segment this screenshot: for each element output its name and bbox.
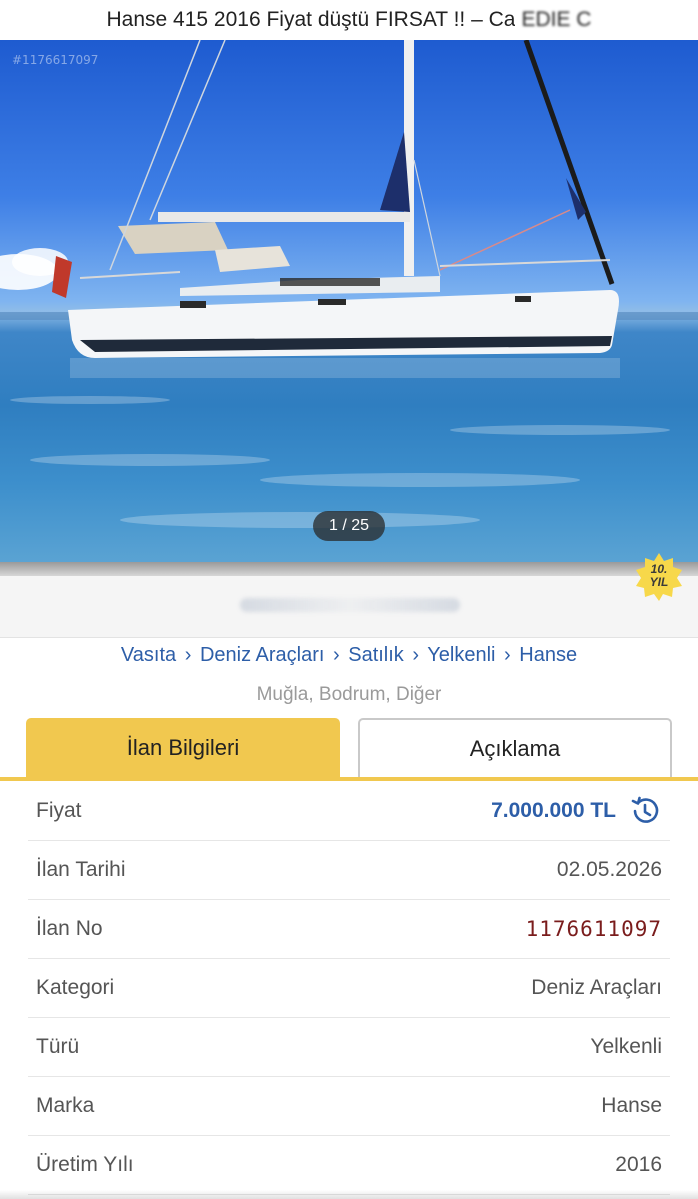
breadcrumb: Vasıta › Deniz Araçları › Satılık › Yelk… xyxy=(0,644,698,667)
breadcrumb-separator: › xyxy=(412,644,420,666)
detail-row-year: Üretim Yılı 2016 xyxy=(28,1136,670,1195)
breadcrumb-separator: › xyxy=(333,644,340,666)
brand-value: Hanse xyxy=(601,1094,662,1117)
price-label: Fiyat xyxy=(36,799,82,822)
sailboat-image xyxy=(0,40,698,528)
price-history-icon[interactable] xyxy=(628,794,662,828)
page-title-bar: Hanse 415 2016 Fiyat düştü FIRSAT !! – C… xyxy=(0,0,698,40)
year-value: 2016 xyxy=(615,1153,662,1176)
breadcrumb-item-vasita[interactable]: Vasıta xyxy=(121,644,176,666)
seller-info-area xyxy=(0,576,698,638)
photo-counter: 1 / 25 xyxy=(313,511,385,541)
listing-number-label: İlan No xyxy=(36,917,103,940)
breadcrumb-item-yelkenli[interactable]: Yelkenli xyxy=(427,644,495,666)
breadcrumb-separator: › xyxy=(184,644,192,666)
category-label: Kategori xyxy=(36,976,115,999)
brand-label: Marka xyxy=(36,1094,95,1117)
page-title-suffix: EDIE C xyxy=(521,8,592,31)
detail-row-date: İlan Tarihi 02.05.2026 xyxy=(28,841,670,900)
tab-description[interactable]: Açıklama xyxy=(358,718,672,778)
date-value: 02.05.2026 xyxy=(556,858,662,881)
price-value-wrap: 7.000.000 TL xyxy=(491,794,662,828)
tab-description-label: Açıklama xyxy=(469,736,561,761)
type-label: Türü xyxy=(36,1035,80,1058)
detail-row-number: İlan No 1176611097 xyxy=(28,900,670,959)
listing-id-watermark: #1176617097 xyxy=(12,53,99,67)
breadcrumb-separator: › xyxy=(504,644,511,666)
bottom-shadow xyxy=(0,1190,698,1199)
year-label: Üretim Yılı xyxy=(36,1153,134,1176)
page-title: Hanse 415 2016 Fiyat düştü FIRSAT !! – C… xyxy=(106,8,516,31)
listing-location: Muğla, Bodrum, Diğer xyxy=(256,684,442,705)
tab-underline xyxy=(0,777,698,781)
badge-line2: YIL xyxy=(649,575,669,589)
price-value: 7.000.000 TL xyxy=(491,799,616,822)
listing-number-value: 1176611097 xyxy=(525,917,662,941)
detail-row-brand: Marka Hanse xyxy=(28,1077,670,1136)
category-value: Deniz Araçları xyxy=(531,976,662,999)
breadcrumb-item-hanse[interactable]: Hanse xyxy=(519,644,577,666)
breadcrumb-item-satilik[interactable]: Satılık xyxy=(348,644,404,666)
detail-row-type: Türü Yelkenli xyxy=(28,1018,670,1077)
type-value: Yelkenli xyxy=(590,1035,662,1058)
listing-photo[interactable]: #1176617097 1 / 25 xyxy=(0,40,698,562)
tab-listing-info-label: İlan Bilgileri xyxy=(126,735,240,760)
detail-row-category: Kategori Deniz Araçları xyxy=(28,959,670,1018)
listing-details-table: Fiyat 7.000.000 TL İlan Tarihi 02.05.202… xyxy=(28,782,670,1195)
date-label: İlan Tarihi xyxy=(36,858,126,881)
breadcrumb-item-deniz-araclari[interactable]: Deniz Araçları xyxy=(200,644,325,666)
anniversary-badge: 10. YIL xyxy=(634,551,684,601)
gallery-thumbnail-strip[interactable] xyxy=(0,562,698,576)
detail-row-price: Fiyat 7.000.000 TL xyxy=(28,782,670,841)
badge-text: 10. YIL xyxy=(634,563,684,589)
tab-listing-info[interactable]: İlan Bilgileri xyxy=(26,718,340,778)
badge-line1: 10. xyxy=(650,562,668,576)
seller-name-blurred xyxy=(240,598,460,612)
